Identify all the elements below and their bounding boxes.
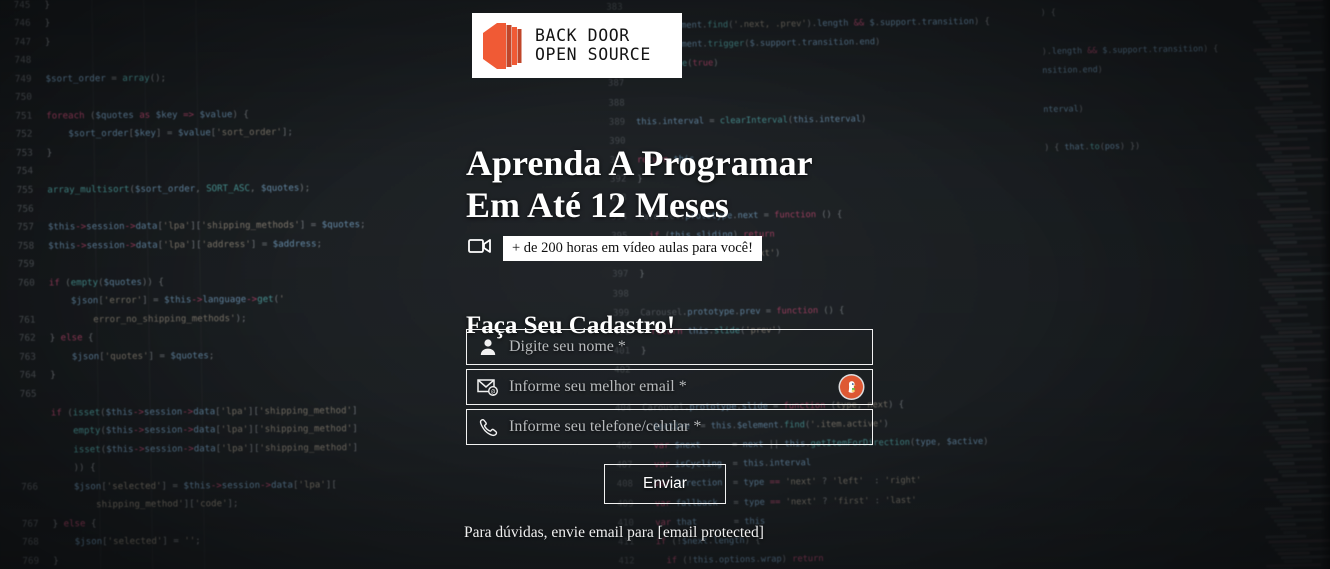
signup-form: Digite seu nome * @ Informe seu melhor e… [466,329,873,504]
door-slats-icon [483,22,525,69]
phone-field[interactable]: Informe seu telefone/celular * [466,409,873,445]
phone-icon [467,417,509,437]
editor-indent-guide [90,0,103,569]
headline-line-2: Em Até 12 Meses [466,185,729,226]
video-hours-badge: + de 200 horas em vídeo aulas para você! [468,236,762,261]
email-field-placeholder: Informe seu melhor email * [509,378,687,395]
video-hours-badge-text: + de 200 horas em vídeo aulas para você! [503,236,762,261]
landing-page-screenshot: 744);745}746}747}748 749$sort_order = ar… [0,0,1330,569]
editor-indent-guide [194,0,207,569]
name-field[interactable]: Digite seu nome * [466,329,873,365]
duckduckgo-icon[interactable] [840,375,863,399]
editor-indent-guide [142,0,155,569]
video-camera-icon [468,237,492,260]
editor-right-edge-shadow [1320,0,1330,569]
email-at-icon: @ [467,378,509,396]
page-title: Aprenda A Programar Em Até 12 Meses [466,142,936,226]
logo-wordmark: BACK DOOR OPEN SOURCE [535,26,651,64]
logo-line-2: OPEN SOURCE [535,44,651,64]
site-logo[interactable]: BACK DOOR OPEN SOURCE [472,13,682,78]
submit-button[interactable]: Enviar [604,464,726,504]
logo-line-1: BACK DOOR [535,26,630,45]
email-field[interactable]: @ Informe seu melhor email * [466,369,873,405]
person-icon [467,338,509,356]
landing-content: BACK DOOR OPEN SOURCE Aprenda A Programa… [464,0,946,569]
svg-text:@: @ [491,389,495,396]
name-field-placeholder: Digite seu nome * [509,338,626,355]
phone-field-placeholder: Informe seu telefone/celular * [509,418,702,435]
headline-line-1: Aprenda A Programar [466,143,813,184]
editor-minimap [1252,0,1330,569]
contact-note: Para dúvidas, envie email para [email pr… [464,524,764,541]
